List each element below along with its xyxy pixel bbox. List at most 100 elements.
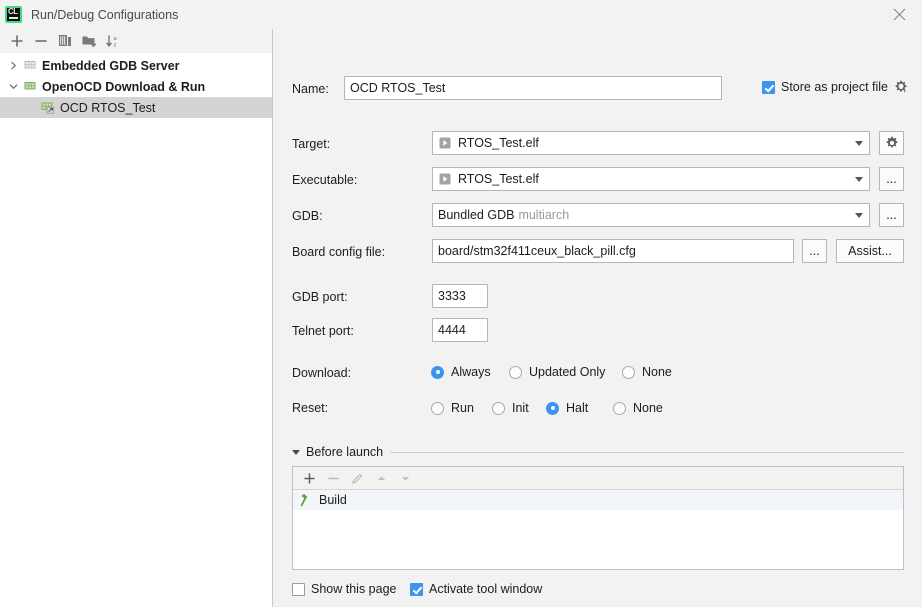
executable-combobox[interactable]: RTOS_Test.elf	[432, 167, 870, 191]
gdb-value-suffix: multiarch	[518, 208, 570, 222]
run-target-icon-glyph	[439, 137, 451, 149]
collapse-toggle[interactable]	[4, 78, 22, 96]
target-value: RTOS_Test.elf	[458, 136, 539, 150]
remove-task-button	[323, 468, 344, 489]
executable-label: Executable:	[292, 173, 358, 187]
reset-option-init[interactable]: Init	[492, 401, 529, 415]
window-titlebar: CL Run/Debug Configurations	[0, 0, 922, 29]
sidebar-toolbar: a z	[0, 29, 272, 53]
name-label: Name:	[292, 82, 329, 96]
radio-dot	[431, 401, 444, 415]
target-label: Target:	[292, 137, 331, 151]
tree-item-embedded-gdb-server[interactable]: Embedded GDB Server	[0, 55, 272, 76]
expand-toggle[interactable]	[4, 57, 22, 75]
download-option-label: Always	[451, 365, 491, 379]
checkbox-box	[762, 80, 775, 94]
before-launch-task-list[interactable]: Build	[293, 490, 903, 510]
executable-value: RTOS_Test.elf	[458, 172, 539, 186]
download-option-label: Updated Only	[529, 365, 606, 379]
sort-alphabetically-icon: a z	[106, 35, 118, 48]
pencil-icon	[351, 473, 363, 484]
add-configuration-button[interactable]	[6, 30, 28, 52]
store-as-project-file-label: Store as project file	[781, 80, 888, 94]
configuration-editor-panel: Name: Store as project file Target: RTOS…	[274, 29, 922, 607]
gdb-browse-button[interactable]: ...	[879, 203, 904, 227]
target-settings-button[interactable]	[879, 131, 904, 155]
copy-icon	[59, 35, 71, 46]
close-button[interactable]	[876, 0, 922, 29]
download-option-updated-only[interactable]: Updated Only	[509, 365, 605, 379]
clion-icon-text: CL	[8, 7, 18, 16]
add-task-button[interactable]	[299, 468, 320, 489]
section-divider	[390, 451, 904, 453]
chevron-down-icon	[855, 177, 863, 182]
remove-configuration-button[interactable]	[30, 30, 52, 52]
gear-icon	[886, 136, 897, 148]
config-type-icon-glyph	[24, 82, 36, 90]
new-folder-button[interactable]	[78, 30, 100, 52]
radio-dot	[546, 401, 559, 415]
reset-option-none[interactable]: None	[613, 401, 663, 415]
gdb-port-label: GDB port:	[292, 290, 348, 304]
board-config-file-label: Board config file:	[292, 245, 386, 259]
board-config-browse-button[interactable]: ...	[802, 239, 827, 263]
before-launch-section-header[interactable]: Before launch	[292, 443, 904, 461]
executable-browse-button[interactable]: ...	[879, 167, 904, 191]
radio-dot	[492, 401, 505, 415]
tree-item-openocd-download-and-run[interactable]: OpenOCD Download & Run	[0, 76, 272, 97]
before-launch-task-row[interactable]: Build	[293, 490, 903, 510]
reset-option-run[interactable]: Run	[431, 401, 474, 415]
run-target-icon-glyph	[439, 173, 451, 185]
activate-tool-window-label: Activate tool window	[429, 582, 543, 596]
board-config-assist-button[interactable]: Assist...	[836, 239, 904, 263]
window-title: Run/Debug Configurations	[31, 7, 179, 22]
activate-tool-window-checkbox[interactable]: Activate tool window	[410, 582, 542, 596]
reset-label: Reset:	[292, 401, 329, 415]
board-config-file-input[interactable]	[432, 239, 794, 263]
gdb-combobox[interactable]: Bundled GDB multiarch	[432, 203, 870, 227]
telnet-port-input[interactable]	[432, 318, 488, 342]
download-label: Download:	[292, 366, 352, 380]
tree-item-ocd-rtos-test[interactable]: OCD RTOS_Test	[0, 97, 272, 118]
telnet-port-label: Telnet port:	[292, 324, 354, 338]
gdb-label: GDB:	[292, 209, 323, 223]
copy-configuration-button[interactable]	[54, 30, 76, 52]
openocd-config-icon	[40, 99, 57, 116]
checkbox-box	[292, 582, 305, 596]
gdb-port-input[interactable]	[432, 284, 488, 308]
configurations-sidebar: a z Embedded GDB Server OpenOCD Download…	[0, 29, 273, 607]
download-option-always[interactable]: Always	[431, 365, 491, 379]
sort-configurations-button[interactable]: a z	[102, 30, 124, 52]
radio-dot	[509, 365, 522, 379]
chevron-down-icon	[9, 84, 17, 90]
tree-item-label: OCD RTOS_Test	[60, 100, 156, 115]
run-target-icon	[438, 172, 452, 186]
folder-add-icon	[82, 36, 96, 47]
openocd-config-icon-glyph	[41, 102, 55, 114]
reset-option-halt[interactable]: Halt	[546, 401, 588, 415]
chevron-down-icon	[292, 449, 300, 455]
tree-item-label: OpenOCD Download & Run	[42, 79, 206, 94]
radio-dot	[622, 365, 635, 379]
gdb-value: Bundled GDB	[438, 208, 515, 222]
config-type-icon	[22, 57, 39, 74]
tree-item-label: Embedded GDB Server	[42, 58, 180, 73]
svg-text:a: a	[114, 36, 118, 42]
bottom-options: Show this page Activate tool window	[274, 580, 922, 600]
gear-dropdown-icon[interactable]	[894, 80, 908, 94]
arrow-down-icon	[401, 476, 410, 481]
arrow-up-icon	[377, 475, 386, 480]
gear-dropdown-icon-glyph	[895, 80, 907, 93]
name-input[interactable]	[344, 76, 722, 100]
store-as-project-file-checkbox[interactable]: Store as project file	[762, 80, 908, 94]
show-this-page-checkbox[interactable]: Show this page	[292, 582, 396, 596]
config-type-icon	[22, 78, 39, 95]
plus-icon	[304, 472, 315, 484]
hammer-icon-glyph	[300, 493, 308, 507]
download-option-label: None	[642, 365, 672, 379]
configurations-tree: Embedded GDB Server OpenOCD Download & R…	[0, 53, 272, 118]
download-option-none[interactable]: None	[622, 365, 672, 379]
run-target-icon	[438, 136, 452, 150]
target-combobox[interactable]: RTOS_Test.elf	[432, 131, 870, 155]
plus-icon	[11, 35, 23, 47]
